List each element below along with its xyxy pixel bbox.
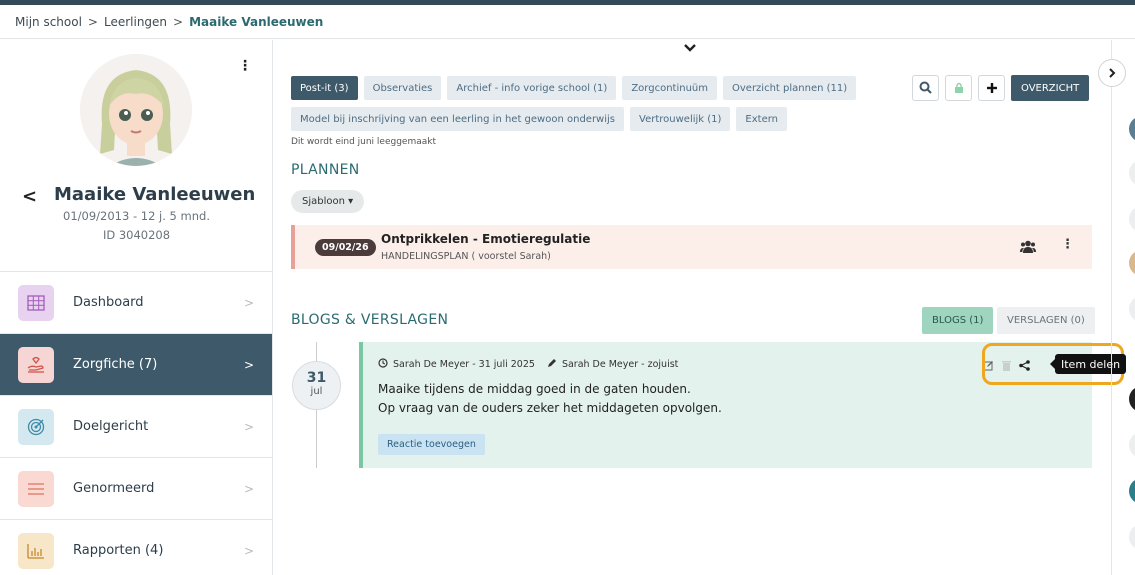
tab-extern[interactable]: Extern — [736, 107, 788, 131]
chevron-down-icon[interactable] — [683, 40, 697, 54]
date-day: 31 — [306, 370, 327, 386]
breadcrumb-current: Maaike Vanleeuwen — [189, 14, 324, 29]
rail-avatar[interactable] — [1129, 296, 1135, 322]
tab-archief[interactable]: Archief - info vorige school (1) — [447, 76, 617, 100]
rail-avatar[interactable] — [1129, 432, 1135, 458]
student-birthdate: 01/09/2013 - 12 j. 5 mnd. — [63, 209, 210, 223]
bar-chart-icon — [18, 532, 54, 569]
blog-text-line-1: Maaike tijdens de middag goed in de gate… — [378, 382, 691, 396]
student-name: Maaike Vanleeuwen — [54, 184, 256, 205]
blog-meta: Sarah De Meyer - 31 juli 2025 Sarah De M… — [378, 358, 678, 371]
tab-verslagen[interactable]: VERSLAGEN (0) — [997, 307, 1095, 334]
plan-card[interactable]: 09/02/26 Ontprikkelen - Emotieregulatie … — [291, 225, 1092, 269]
back-chevron-icon[interactable]: < — [22, 186, 37, 207]
search-button[interactable] — [912, 75, 939, 101]
chevron-right-icon: > — [243, 357, 254, 372]
breadcrumb: Mijn school > Leerlingen > Maaike Vanlee… — [0, 5, 1135, 39]
toolbar: OVERZICHT — [912, 75, 1090, 101]
tab-overzicht-plannen[interactable]: Overzicht plannen (11) — [723, 76, 857, 100]
breadcrumb-separator: > — [87, 14, 98, 29]
tabs-row-1: Post-it (3) Observaties Archief - info v… — [291, 76, 857, 100]
sidebar-item-label: Rapporten (4) — [73, 543, 164, 558]
target-icon — [18, 408, 54, 445]
rail-avatar[interactable] — [1129, 160, 1135, 186]
blog-text-line-2: Op vraag van de ouders zeker het middage… — [378, 401, 722, 415]
chevron-right-icon: > — [243, 543, 254, 558]
rail-avatar[interactable] — [1129, 250, 1135, 276]
lock-button[interactable] — [945, 75, 972, 101]
rail-avatar[interactable] — [1129, 116, 1135, 142]
clock-icon — [378, 358, 388, 371]
breadcrumb-school[interactable]: Mijn school — [15, 15, 82, 29]
rail-avatar[interactable] — [1129, 206, 1135, 232]
tab-observaties[interactable]: Observaties — [363, 76, 442, 100]
sidebar-item-label: Genormeerd — [73, 481, 155, 496]
more-options-icon[interactable]: ⋮ — [238, 58, 252, 74]
blog-created: Sarah De Meyer - 31 juli 2025 — [393, 359, 535, 370]
plans-title: PLANNEN — [291, 162, 360, 178]
hands-icon — [18, 346, 54, 383]
plus-icon — [986, 79, 998, 98]
hint-text: Dit wordt eind juni leeggemaakt — [291, 137, 436, 147]
sidebar-item-zorgfiche[interactable]: Zorgfiche (7) > — [0, 333, 272, 395]
right-rail — [1111, 40, 1135, 575]
users-icon[interactable] — [1020, 238, 1036, 257]
chevron-right-icon — [1107, 64, 1117, 83]
breadcrumb-separator: > — [173, 14, 184, 29]
rail-avatar[interactable] — [1129, 478, 1135, 504]
student-id: ID 3040208 — [102, 228, 171, 242]
sidebar-nav: Dashboard > Zorgfiche (7) > Doelgericht … — [0, 271, 272, 575]
date-month: jul — [310, 386, 323, 397]
tab-blogs[interactable]: BLOGS (1) — [922, 307, 994, 334]
tab-vertrouwelijk[interactable]: Vertrouwelijk (1) — [630, 107, 731, 131]
tab-post-it[interactable]: Post-it (3) — [291, 76, 358, 100]
sidebar-item-dashboard[interactable]: Dashboard > — [0, 271, 272, 333]
plan-title: Ontprikkelen - Emotieregulatie — [381, 232, 591, 246]
more-options-icon[interactable]: ⋮ — [1061, 237, 1074, 252]
sidebar-item-label: Doelgericht — [73, 419, 149, 434]
plan-date-badge: 09/02/26 — [315, 239, 376, 256]
sidebar-item-label: Zorgfiche (7) — [73, 357, 158, 372]
tabs-row-2: Model bij inschrijving van een leerling … — [291, 107, 788, 131]
sidebar-item-rapporten[interactable]: Rapporten (4) > — [0, 519, 272, 575]
pencil-icon — [547, 358, 557, 371]
search-icon — [919, 79, 932, 98]
rail-toggle-button[interactable] — [1098, 59, 1126, 87]
breadcrumb-students[interactable]: Leerlingen — [104, 15, 167, 29]
lock-icon — [954, 79, 964, 98]
chevron-right-icon: > — [243, 419, 254, 434]
rail-avatar[interactable] — [1129, 524, 1135, 550]
avatar — [80, 54, 192, 166]
tab-model-inschrijving[interactable]: Model bij inschrijving van een leerling … — [291, 107, 625, 131]
chevron-right-icon: > — [243, 295, 254, 310]
blog-edited: Sarah De Meyer - zojuist — [561, 359, 679, 370]
blogs-title: BLOGS & VERSLAGEN — [291, 312, 449, 328]
student-sidebar: ⋮ < Maaike Vanleeuwen 01/09/2013 - 12 j.… — [0, 40, 273, 575]
chevron-right-icon: > — [243, 481, 254, 496]
rail-avatar[interactable] — [1129, 386, 1135, 412]
sidebar-item-label: Dashboard — [73, 295, 144, 310]
date-circle: 31 jul — [292, 361, 341, 410]
tab-zorgcontinuum[interactable]: Zorgcontinuüm — [622, 76, 717, 100]
overview-button[interactable]: OVERZICHT — [1011, 75, 1090, 101]
sidebar-item-genormeerd[interactable]: Genormeerd > — [0, 457, 272, 519]
plan-subtitle: HANDELINGSPLAN ( voorstel Sarah) — [381, 251, 551, 262]
lines-icon — [18, 470, 54, 507]
grid-icon — [18, 284, 54, 321]
sidebar-item-doelgericht[interactable]: Doelgericht > — [0, 395, 272, 457]
add-button[interactable] — [978, 75, 1005, 101]
template-dropdown[interactable]: Sjabloon ▾ — [291, 190, 365, 213]
add-reaction-button[interactable]: Reactie toevoegen — [378, 434, 485, 455]
